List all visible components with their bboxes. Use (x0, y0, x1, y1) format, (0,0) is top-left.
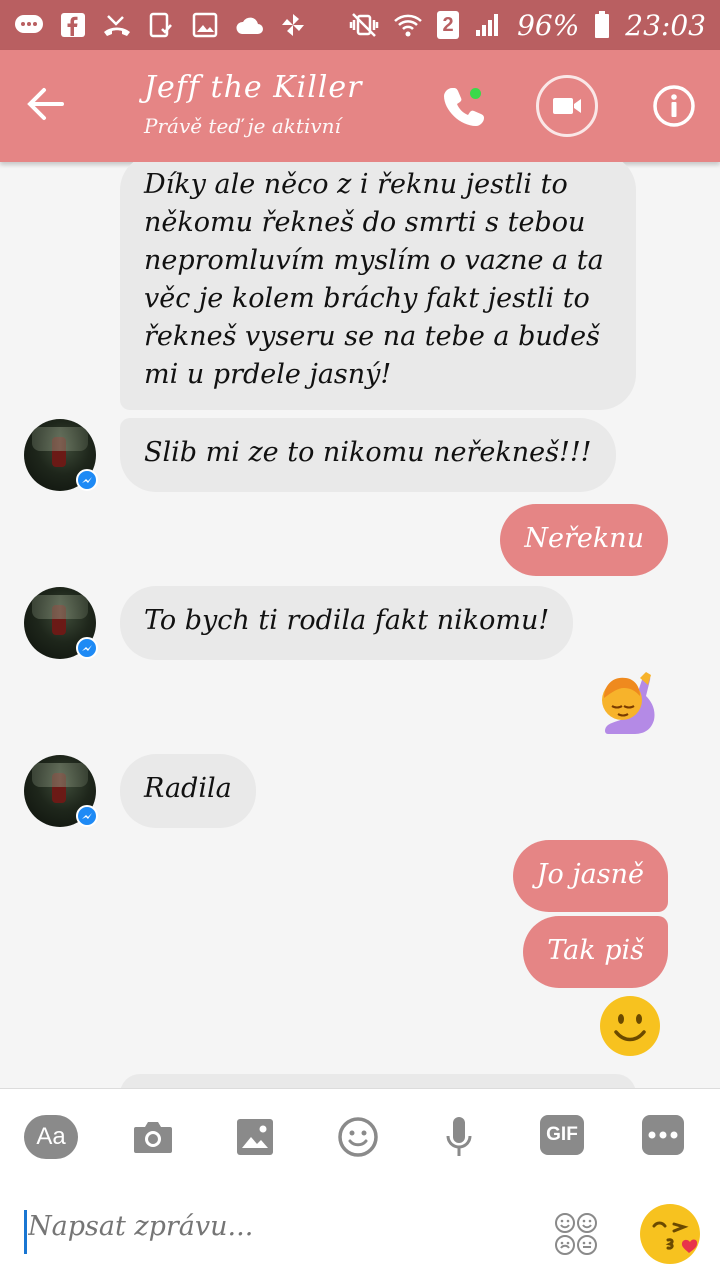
outgoing-message[interactable]: Neřeknu (500, 504, 668, 576)
status-bar-notifications (14, 11, 308, 39)
active-status: Právě teď je aktivní (144, 114, 341, 138)
camera-button[interactable] (130, 1115, 176, 1159)
more-options-button[interactable] (642, 1115, 684, 1155)
kissing-face-icon (640, 1204, 700, 1264)
contact-avatar[interactable] (24, 755, 98, 827)
contact-avatar[interactable] (24, 587, 98, 659)
clock: 23:03 (625, 8, 706, 42)
aa-icon: Aa (36, 1123, 66, 1150)
voice-call-button[interactable] (436, 78, 492, 134)
incoming-message-partial (120, 1074, 636, 1088)
outgoing-message[interactable]: Jo jasně (512, 840, 668, 912)
info-button[interactable] (646, 78, 702, 134)
stickers-button[interactable] (554, 1212, 598, 1256)
message-text: Neřeknu (524, 523, 644, 554)
contact-name[interactable]: Jeff the Killer (144, 70, 362, 105)
incoming-message[interactable]: Radila (120, 754, 256, 828)
text-format-button[interactable]: Aa (24, 1115, 78, 1159)
missed-call-icon (102, 11, 132, 39)
microphone-icon (446, 1117, 472, 1156)
conversation-header: Jeff the Killer Právě teď je aktivní (0, 50, 720, 162)
tablet-check-icon (146, 11, 176, 39)
camera-icon (134, 1122, 172, 1153)
text-cursor (24, 1210, 27, 1254)
message-list[interactable]: Díky ale něco z i řeknu jestli to někomu… (0, 162, 720, 1088)
raising-hand-woman-emoji[interactable] (594, 670, 664, 744)
gif-button[interactable]: GIF (540, 1115, 584, 1155)
battery-percentage: 96% (517, 8, 580, 42)
image-icon (237, 1119, 273, 1155)
video-camera-icon (553, 98, 581, 114)
image-icon (190, 11, 220, 39)
battery-icon (593, 11, 611, 39)
more-icon (648, 1131, 678, 1139)
cloud-icon (234, 11, 264, 39)
incoming-message[interactable]: To bych ti rodila fakt nikomu! (120, 586, 574, 660)
status-bar-system: 2 96% 23:03 (349, 9, 706, 42)
quick-reaction-button[interactable] (638, 1200, 706, 1268)
messenger-badge-icon (76, 469, 98, 491)
emoji-button[interactable] (336, 1115, 380, 1159)
wifi-icon (393, 11, 423, 39)
sim-number: 2 (442, 13, 454, 36)
contact-avatar[interactable] (24, 419, 98, 491)
composer-toolbar: Aa GIF (0, 1088, 720, 1185)
signal-icon (473, 11, 503, 39)
messenger-badge-icon (76, 805, 98, 827)
emoji-icon (338, 1117, 378, 1157)
gallery-button[interactable] (234, 1115, 276, 1159)
slightly-smiling-face-emoji[interactable] (598, 994, 662, 1062)
message-input[interactable] (26, 1210, 430, 1243)
message-text: Tak piš (547, 935, 644, 966)
video-call-button[interactable] (536, 75, 598, 137)
info-icon (653, 85, 695, 127)
sim-2-icon: 2 (437, 11, 460, 39)
message-text: To bych ti rodila fakt nikomu! (144, 605, 550, 636)
gif-icon: GIF (546, 1124, 578, 1145)
back-button[interactable] (26, 86, 70, 126)
arrow-left-icon (27, 88, 64, 120)
voice-message-button[interactable] (442, 1115, 476, 1159)
incoming-message[interactable]: Slib mi ze to nikomu neřekneš!!! (120, 418, 616, 492)
facebook-icon (58, 11, 88, 39)
online-indicator (470, 88, 481, 99)
stickers-icon (555, 1213, 597, 1255)
vibrate-mute-icon (349, 11, 379, 39)
status-bar: 2 96% 23:03 (0, 0, 720, 50)
message-composer (0, 1184, 720, 1280)
message-text: Jo jasně (536, 859, 644, 890)
messenger-badge-icon (76, 637, 98, 659)
incoming-message[interactable]: Díky ale něco z i řeknu jestli to někomu… (120, 162, 636, 410)
message-text: Slib mi ze to nikomu neřekneš!!! (144, 437, 592, 468)
outgoing-message[interactable]: Tak piš (523, 916, 668, 988)
message-text: Díky ale něco z i řeknu jestli to někomu… (144, 169, 604, 390)
pinwheel-icon (278, 11, 308, 39)
chat-bubble-icon (14, 11, 44, 39)
message-text: Radila (144, 773, 232, 804)
